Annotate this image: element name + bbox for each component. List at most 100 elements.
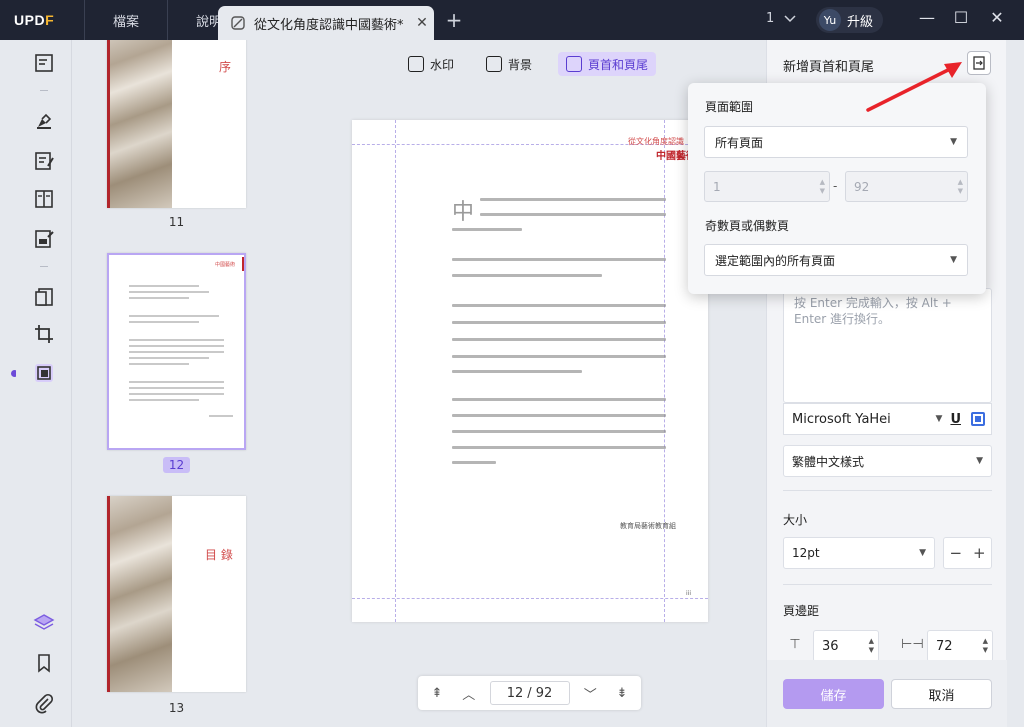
top-margin-value: 36 [822, 638, 839, 654]
app-logo: UPDF [14, 12, 55, 28]
thumbnail-page-11[interactable]: 序 [107, 40, 246, 208]
top-margin-input[interactable]: 36 ▲ ▼ [813, 630, 879, 662]
new-tab-icon[interactable]: + [444, 8, 464, 32]
side-margin-icon: ⊢⊣ [901, 637, 924, 652]
page-separator: / [527, 685, 532, 701]
side-margin-input[interactable]: 72 ▲ ▼ [927, 630, 993, 662]
avatar: Yu [819, 9, 841, 31]
page-layout-icon[interactable] [33, 188, 55, 210]
attachment-icon[interactable] [33, 692, 55, 714]
next-page-icon[interactable]: ﹀ [579, 682, 601, 704]
font-color-picker[interactable] [971, 412, 985, 426]
watermark-icon [408, 56, 424, 72]
chevron-down-icon [784, 14, 796, 22]
text-style-select[interactable]: 繁體中文樣式 ▼ [783, 445, 992, 477]
organize-pages-icon[interactable] [33, 286, 55, 308]
document-page[interactable]: 從文化角度認識 中國藝術 中 教育局藝術教育組 iii [352, 120, 708, 622]
document-tab[interactable]: 從文化角度認識中國藝術* ✕ [218, 6, 434, 40]
menu-file[interactable]: 檔案 [84, 0, 167, 40]
font-size-select[interactable]: 12pt ▼ [783, 537, 935, 569]
font-size-stepper: − + [943, 537, 992, 569]
thumbnail-panel: 序 11 中國藝術 12 目 錄 13 [72, 40, 292, 727]
user-menu[interactable]: Yu 升級 [816, 7, 884, 33]
spinner-arrows-icon[interactable]: ▲ ▼ [869, 637, 874, 655]
window-count-select[interactable]: 1 [766, 11, 796, 26]
page-header-subtitle: 從文化角度認識 [628, 137, 684, 146]
watermark-label: 水印 [430, 57, 455, 72]
text-style-value: 繁體中文樣式 [792, 454, 865, 469]
window-count: 1 [766, 11, 775, 26]
maximize-icon[interactable]: ☐ [949, 8, 973, 27]
page-input[interactable]: 12 / 92 [489, 681, 570, 705]
odd-even-select[interactable]: 選定範圍內的所有頁面 ▼ [704, 244, 968, 276]
header-footer-button[interactable]: 頁首和頁尾 [558, 52, 657, 76]
reader-icon[interactable] [33, 52, 55, 74]
thumbnail-label: 11 [168, 215, 185, 229]
background-icon [486, 56, 502, 72]
header-text-input[interactable]: 按 Enter 完成輸入，按 Alt + Enter 進行換行。 [783, 288, 992, 403]
left-toolbar [16, 40, 72, 727]
page-navigation: ⇞ ︿ 12 / 92 ﹀ ⇟ [418, 676, 641, 710]
header-footer-label: 頁首和頁尾 [588, 57, 649, 72]
close-tab-icon[interactable]: ✕ [410, 15, 434, 31]
tools-icon[interactable] [33, 362, 55, 384]
top-margin-icon: ⊤ [789, 637, 801, 652]
panel-title: 新增頁首和頁尾 [783, 60, 875, 75]
thumbnail-red-title: 目 錄 [205, 548, 233, 562]
previous-page-icon[interactable]: ︿ [458, 682, 480, 704]
chevron-down-icon: ▼ [919, 548, 926, 558]
side-margin-value: 72 [936, 638, 953, 654]
size-label: 大小 [783, 513, 808, 527]
chevron-down-icon: ▼ [950, 255, 957, 265]
header-footer-icon [566, 56, 582, 72]
decrease-size-button[interactable]: − [949, 544, 962, 562]
layers-icon[interactable] [33, 612, 55, 634]
font-name: Microsoft YaHei [792, 411, 891, 427]
page-range-label: 頁面範圍 [705, 100, 754, 114]
range-dash: - [833, 179, 838, 193]
page-range-value: 所有頁面 [715, 135, 764, 150]
spinner-arrows-icon: ▲ ▼ [819, 177, 825, 195]
background-button[interactable]: 背景 [478, 52, 540, 76]
thumbnail-label-active: 12 [107, 457, 246, 473]
page-range-icon [973, 56, 985, 70]
increase-size-button[interactable]: + [973, 544, 986, 562]
thumbnail-label: 13 [168, 701, 185, 715]
tab-title: 從文化角度認識中國藝術* [254, 17, 404, 33]
close-window-icon[interactable]: ✕ [985, 8, 1009, 27]
current-page: 12 [506, 685, 524, 701]
upgrade-button[interactable]: 升級 [847, 11, 873, 30]
crop-icon[interactable] [33, 323, 55, 345]
thumbnail-page-12[interactable]: 中國藝術 [107, 253, 246, 450]
underline-button[interactable]: U [950, 412, 961, 427]
annotation-arrow-icon [866, 62, 962, 112]
highlighter-icon[interactable] [33, 110, 55, 132]
watermark-button[interactable]: 水印 [400, 52, 462, 76]
bookmark-icon[interactable] [33, 652, 55, 674]
form-icon[interactable] [33, 228, 55, 250]
range-from-input[interactable]: 1 ▲ ▼ [704, 171, 830, 202]
minimize-icon[interactable]: — [915, 8, 939, 27]
chevron-down-icon: ▼ [950, 137, 957, 147]
range-from-value: 1 [713, 179, 721, 194]
edit-text-icon[interactable] [33, 150, 55, 172]
odd-even-label: 奇數頁或偶數頁 [705, 219, 790, 233]
last-page-icon[interactable]: ⇟ [611, 682, 633, 704]
background-label: 背景 [508, 57, 533, 72]
chevron-down-icon: ▼ [976, 456, 983, 466]
range-to-input[interactable]: 92 ▲ ▼ [845, 171, 968, 202]
font-family-select[interactable]: Microsoft YaHei ▼ U [783, 403, 992, 435]
first-page-icon[interactable]: ⇞ [426, 682, 448, 704]
document-tab-icon [231, 16, 245, 30]
thumbnail-red-title: 中國藝術 [215, 262, 236, 268]
drop-cap: 中 [452, 200, 475, 225]
spinner-arrows-icon[interactable]: ▲ ▼ [983, 637, 988, 655]
page-range-select[interactable]: 所有頁面 ▼ [704, 126, 968, 158]
save-button[interactable]: 儲存 [783, 679, 884, 709]
total-pages: 92 [535, 685, 553, 701]
page-number: iii [686, 590, 692, 597]
page-signature: 教育局藝術教育組 [620, 522, 676, 530]
thumbnail-page-13[interactable]: 目 錄 [107, 496, 246, 692]
cancel-button[interactable]: 取消 [891, 679, 992, 709]
range-to-value: 92 [854, 179, 870, 194]
